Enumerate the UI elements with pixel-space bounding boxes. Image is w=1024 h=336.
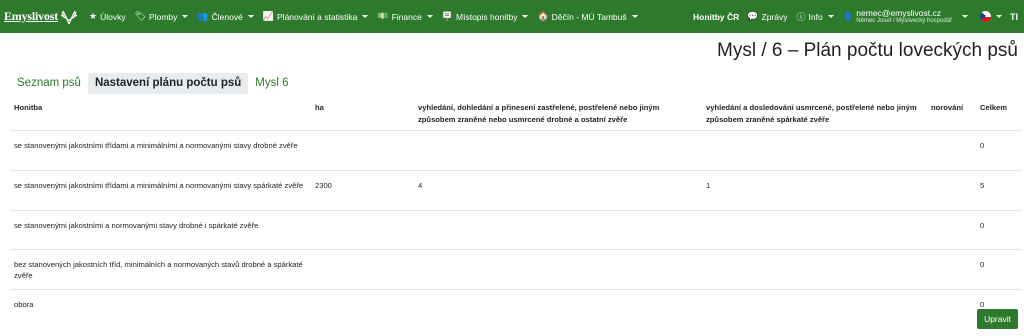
table-row: obora 0 bbox=[10, 288, 1022, 316]
info-menu[interactable]: ⓘ Info bbox=[797, 10, 834, 23]
chart-icon: 📈 bbox=[262, 11, 275, 21]
info-icon: ⓘ bbox=[796, 12, 806, 22]
table-cell: 4 bbox=[414, 169, 702, 211]
table-cell bbox=[927, 288, 976, 316]
table-row: se stanovenými jakostními třídami a mini… bbox=[10, 169, 1022, 211]
brand-logo-text[interactable]: Emyslivost bbox=[4, 9, 58, 24]
nav-item-1[interactable]: 🏷 Plomby bbox=[135, 11, 189, 22]
top-navbar: Emyslivost ★ Úlovky 🏷 Plomby 👥 Členové 📈 Plánov… bbox=[0, 0, 1024, 33]
upravit-button[interactable]: Upravit bbox=[977, 309, 1018, 329]
nav-item-label: Úlovky bbox=[100, 11, 126, 22]
chat-icon: 💬 bbox=[747, 11, 759, 21]
signpost-icon: 🪧 bbox=[441, 11, 454, 21]
nav-item-label: Finance bbox=[391, 11, 422, 22]
chevron-down-icon bbox=[362, 15, 369, 18]
deer-head-icon bbox=[60, 10, 78, 24]
table-cell: obora bbox=[10, 288, 311, 316]
tab-mysl-6[interactable]: Mysl 6 bbox=[248, 73, 295, 94]
table-cell: 0 bbox=[976, 248, 1022, 290]
table-header-row: Honitba ha vyhledání, dohledání a přines… bbox=[10, 96, 1022, 130]
home-icon: 🏠 bbox=[537, 11, 549, 21]
user-icon: 👤 bbox=[842, 11, 854, 21]
nav-item-0[interactable]: ★ Úlovky bbox=[89, 11, 126, 22]
nav-item-6[interactable]: 🏠 Děčín - MÚ Tambuš bbox=[537, 11, 638, 22]
table-cell bbox=[927, 248, 976, 290]
table-row: se stanovenými jakostními a normovanými … bbox=[10, 209, 1022, 250]
chevron-down-icon bbox=[996, 15, 1002, 18]
chevron-down-icon bbox=[426, 15, 433, 18]
nav-item-label: Plánování a statistika bbox=[277, 11, 358, 22]
user-email: nemec@emyslivost.cz bbox=[856, 7, 941, 18]
table-cell bbox=[927, 129, 976, 171]
user-menu[interactable]: 👤 nemec@emyslivost.cz Němec Josef / Mysl… bbox=[842, 7, 968, 24]
table-cell bbox=[311, 129, 414, 171]
text-size-toggle[interactable]: TI bbox=[1010, 12, 1018, 22]
table-cell: se stanovenými jakostními třídami a mini… bbox=[10, 129, 311, 171]
chevron-down-icon bbox=[631, 15, 638, 18]
col-norovani: norování bbox=[931, 103, 964, 112]
table-cell bbox=[927, 169, 976, 211]
info-label: Info bbox=[808, 11, 823, 22]
money-icon: 💵 bbox=[377, 11, 389, 21]
tag-icon: 🏷 bbox=[134, 11, 147, 21]
table-cell bbox=[414, 288, 702, 316]
table-cell: se stanovenými jakostními a normovanými … bbox=[10, 209, 311, 250]
nav-item-label: Místopis honitby bbox=[456, 11, 518, 22]
table-cell bbox=[927, 209, 976, 250]
nav-item-2[interactable]: 👥 Členové bbox=[197, 11, 254, 22]
chevron-down-icon bbox=[522, 15, 529, 18]
chevron-down-icon bbox=[182, 15, 189, 18]
users-icon: 👥 bbox=[197, 11, 209, 21]
table-cell bbox=[702, 248, 927, 290]
honitby-cr-link[interactable]: Honitby ČR bbox=[693, 12, 739, 22]
table-cell bbox=[311, 209, 414, 250]
table-cell bbox=[702, 209, 927, 250]
user-role: Němec Josef / Myslivecký hospodář bbox=[856, 17, 952, 24]
page-title: Mysl / 6 – Plán počtu loveckých psů bbox=[717, 40, 1018, 61]
table-cell bbox=[702, 288, 927, 316]
table-cell: 2300 bbox=[311, 169, 414, 211]
nav-item-label: Plomby bbox=[149, 11, 178, 22]
tab-nastaveni-planu[interactable]: Nastavení plánu počtu psů bbox=[87, 73, 249, 94]
table-cell bbox=[702, 129, 927, 171]
table-row: bez stanovených jakostních tříd, minimál… bbox=[10, 248, 1022, 290]
chevron-down-icon bbox=[247, 15, 254, 18]
table-cell: se stanovenými jakostními třídami a mini… bbox=[10, 169, 311, 211]
col-sparkata-zver: vyhledání a dosledování usmrcené, postře… bbox=[706, 103, 917, 124]
table-cell: 5 bbox=[976, 169, 1022, 211]
table-cell bbox=[414, 248, 702, 290]
nav-item-4[interactable]: 💵 Finance bbox=[377, 11, 433, 22]
table-cell: 0 bbox=[976, 209, 1022, 250]
czech-flag-icon[interactable] bbox=[980, 11, 991, 22]
table-cell bbox=[414, 209, 702, 250]
chevron-down-icon bbox=[962, 15, 968, 18]
nav-item-3[interactable]: 📈 Plánování a statistika bbox=[263, 11, 369, 22]
brand[interactable]: Emyslivost bbox=[4, 7, 79, 27]
table-cell bbox=[311, 288, 414, 316]
table-cell bbox=[414, 129, 702, 171]
col-honitba: Honitba bbox=[14, 103, 43, 112]
messages-label: Zprávy bbox=[761, 11, 788, 22]
tab-seznam-psu[interactable]: Seznam psů bbox=[10, 73, 88, 94]
nav-item-label: Děčín - MÚ Tambuš bbox=[551, 11, 627, 22]
table-cell: 0 bbox=[976, 129, 1022, 171]
tabs: Seznam psů Nastavení plánu počtu psů Mys… bbox=[10, 73, 296, 94]
plan-table: Honitba ha vyhledání, dohledání a přines… bbox=[10, 96, 1022, 316]
col-celkem: Celkem bbox=[980, 103, 1008, 112]
nav-item-5[interactable]: 🪧 Místopis honitby bbox=[442, 11, 529, 22]
table-row: se stanovenými jakostními třídami a mini… bbox=[10, 129, 1022, 171]
table-cell bbox=[311, 248, 414, 290]
chevron-down-icon bbox=[827, 15, 834, 18]
nav-item-label: Členové bbox=[211, 11, 243, 22]
col-drobna-zver: vyhledání, dohledání a přinesení zastřel… bbox=[418, 103, 660, 124]
messages-link[interactable]: 💬 Zprávy bbox=[747, 11, 787, 22]
table-cell: bez stanovených jakostních tříd, minimál… bbox=[10, 248, 311, 290]
star-icon: ★ bbox=[89, 11, 98, 21]
col-ha: ha bbox=[315, 103, 324, 112]
table-cell: 1 bbox=[702, 169, 927, 211]
